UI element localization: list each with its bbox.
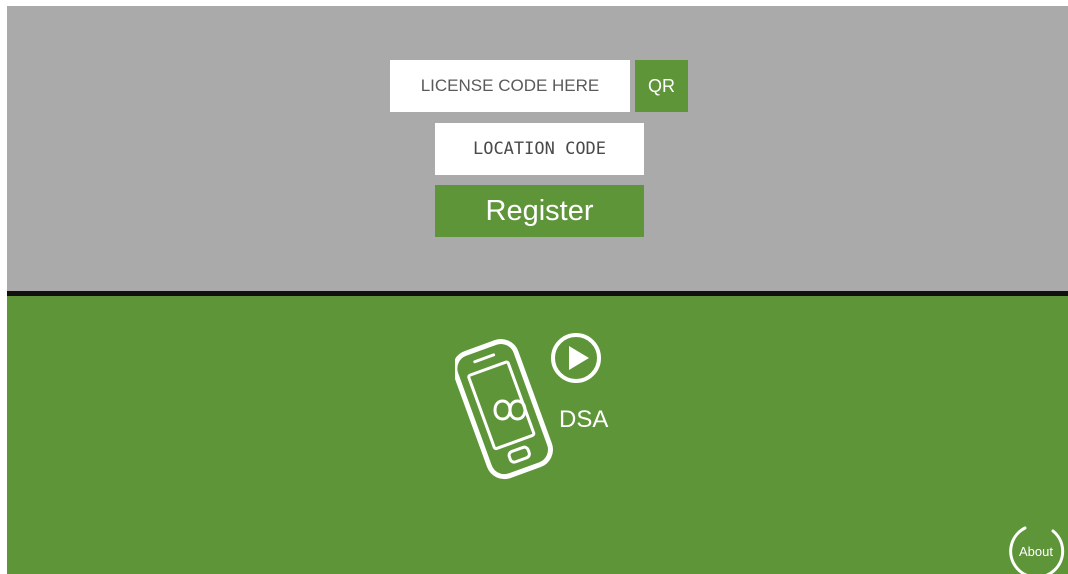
branding-panel: DSA About <box>7 296 1068 574</box>
register-button[interactable]: Register <box>435 185 644 237</box>
about-button[interactable]: About <box>1007 522 1065 574</box>
infinity-icon <box>493 399 527 421</box>
registration-panel: QR Register <box>7 6 1068 291</box>
phone-icon <box>455 339 553 480</box>
play-icon <box>551 333 601 383</box>
location-code-input[interactable] <box>435 123 644 175</box>
about-label: About <box>1019 543 1053 559</box>
qr-scan-button[interactable]: QR <box>635 60 688 112</box>
license-code-input[interactable] <box>390 60 630 112</box>
app-screen: QR Register DSA <box>7 6 1068 574</box>
app-name-label: DSA <box>559 406 609 433</box>
